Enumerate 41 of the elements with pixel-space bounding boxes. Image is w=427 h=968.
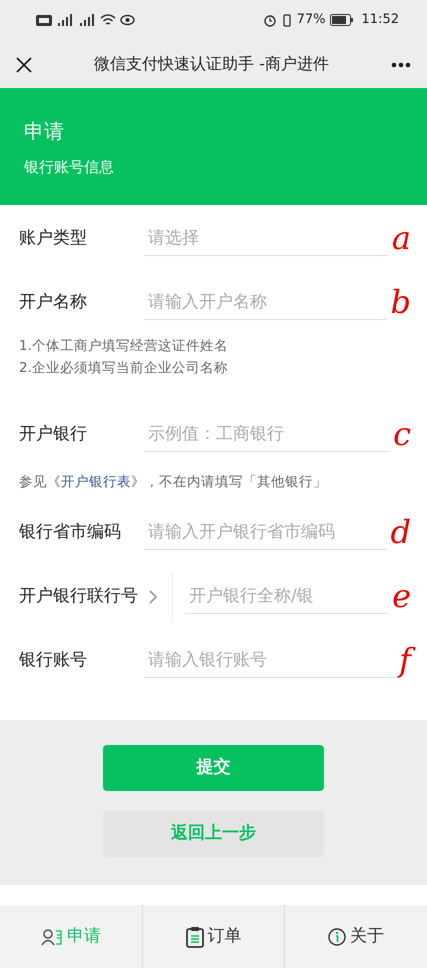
field-label: 开户银行	[19, 423, 88, 446]
tab-item[interactable]: 关于	[285, 905, 427, 968]
close-icon	[16, 56, 32, 73]
wifi-icon	[100, 14, 116, 26]
field-label: 开户名称	[19, 291, 88, 314]
clipboard-icon	[186, 926, 204, 948]
person-list-icon	[40, 928, 63, 946]
input-field[interactable]: 请选择	[144, 222, 388, 256]
eye-icon	[120, 14, 135, 26]
annotation-letter: b	[390, 282, 412, 324]
input-field[interactable]: 开户银行全称/银	[185, 580, 388, 614]
window-title: 微信支付快速认证助手 -商户进件	[93, 53, 330, 75]
chevron-icon[interactable]	[148, 589, 158, 605]
hint-text: 1.个体工商户填写经营这证件姓名	[19, 337, 229, 356]
input-field[interactable]: 请输入银行账号	[144, 644, 396, 678]
field-label: 银行省市编码	[19, 521, 122, 544]
annotation-letter: f	[395, 640, 417, 682]
annotation-letter: a	[390, 218, 412, 260]
input-field[interactable]: 请输入开户名称	[144, 286, 387, 320]
annotation-letter: e	[391, 576, 412, 618]
signal-icon	[78, 14, 96, 26]
clock-time: 11:52	[362, 11, 399, 30]
input-field[interactable]: 示例值：工商银行	[144, 418, 390, 452]
annotation-letter: c	[392, 414, 412, 456]
alarm-icon	[262, 13, 277, 27]
info-icon	[328, 928, 346, 946]
bank-list-link[interactable]: 《开户银行表》	[47, 474, 145, 490]
header-title: 申请	[24, 118, 65, 145]
hint-text: 2.企业必须填写当前企业公司名称	[19, 359, 229, 378]
tab-item[interactable]: 订单	[142, 905, 286, 968]
battery-percent: 77%	[296, 11, 326, 30]
note-text: 参见《开户银行表》，不在内请填写「其他银行」	[19, 473, 328, 492]
battery-icon	[330, 14, 354, 26]
input-field[interactable]: 请输入开户银行省市编码	[144, 516, 387, 550]
field-label: 账户类型	[19, 227, 88, 250]
more-icon	[391, 62, 411, 68]
header-subtitle: 银行账号信息	[24, 157, 115, 178]
field-label: 开户银行联行号	[19, 585, 139, 608]
field-label: 银行账号	[19, 649, 88, 672]
annotation-letter: d	[390, 512, 412, 554]
signal-icon	[56, 14, 74, 26]
